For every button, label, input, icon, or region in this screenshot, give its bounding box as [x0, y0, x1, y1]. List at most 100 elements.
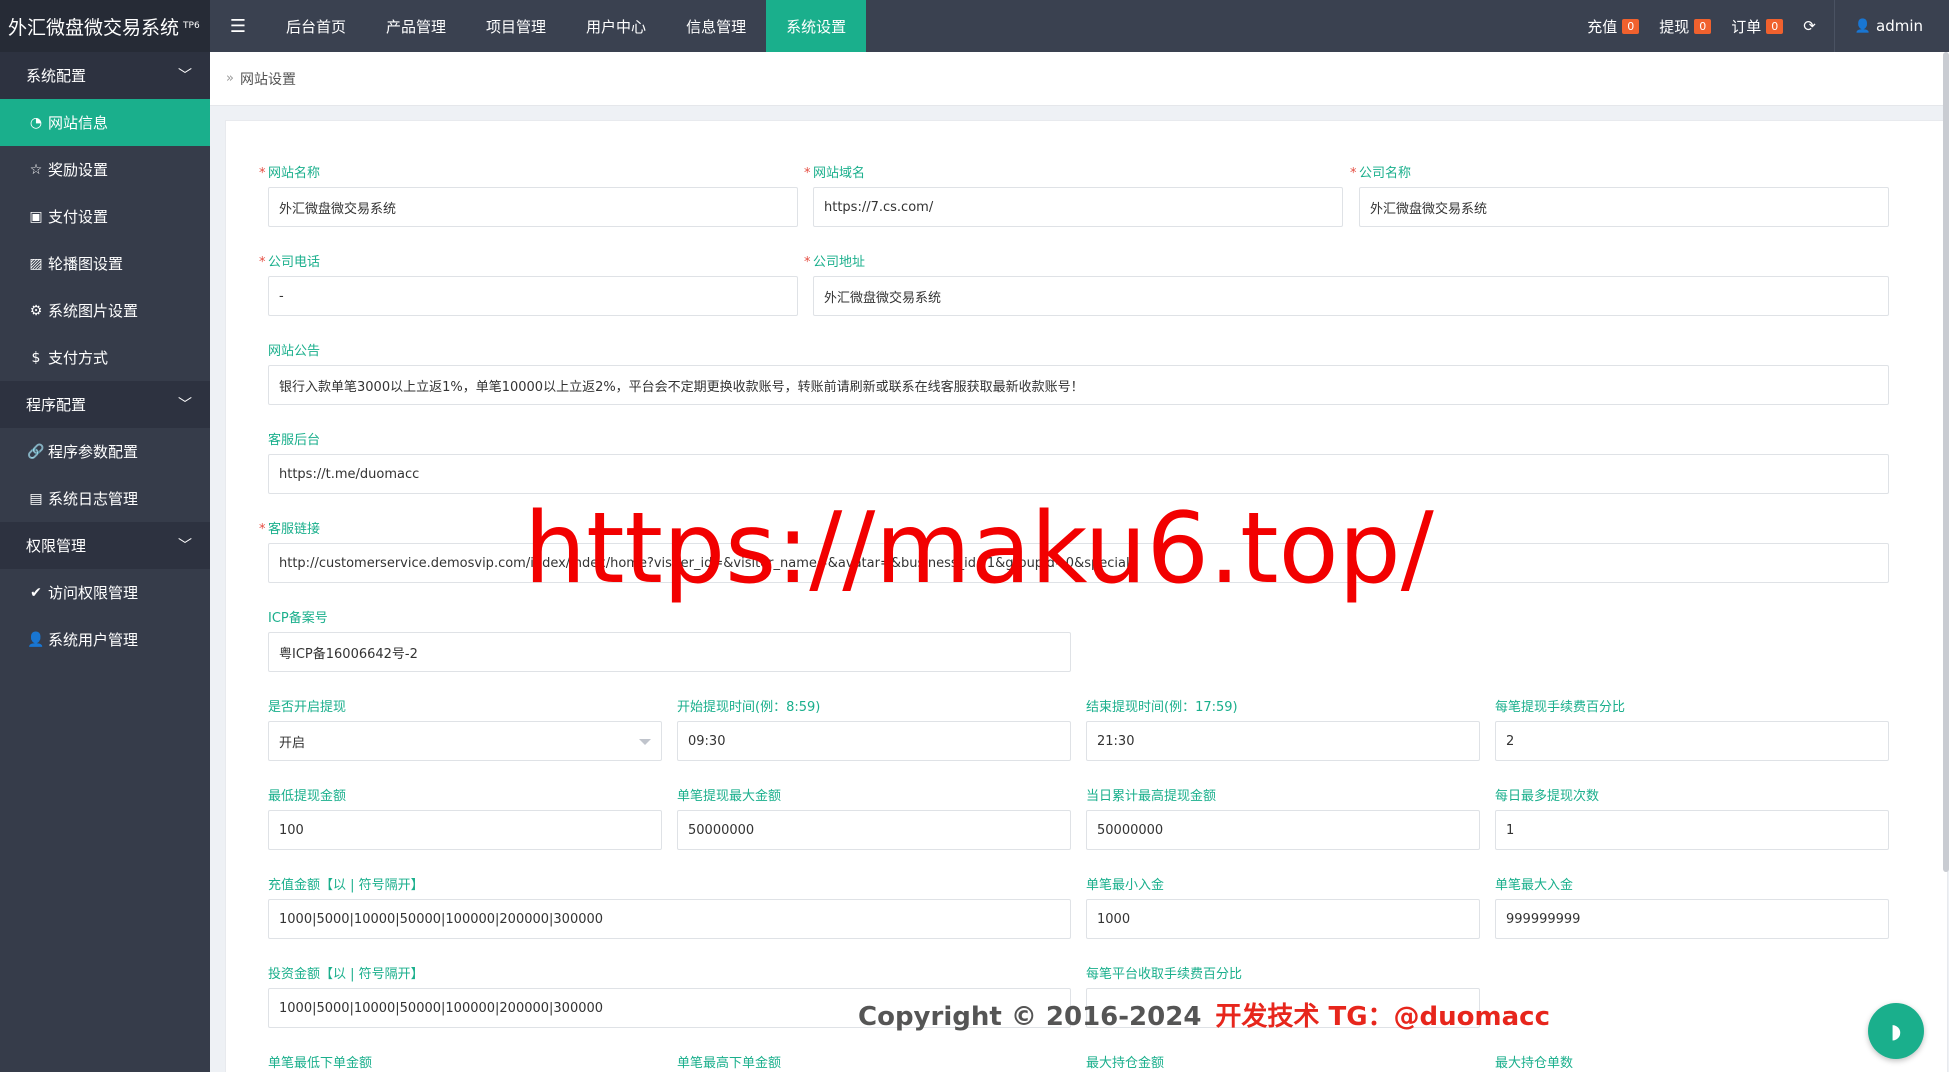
image-icon: ▨	[29, 255, 43, 272]
company-address-input[interactable]: 外汇微盘微交易系统	[813, 276, 1889, 316]
field-max-order: 单笔最高下单金额	[677, 1055, 1071, 1072]
nav-item-dashboard[interactable]: 后台首页	[266, 0, 366, 52]
field-label: 每笔提现手续费百分比	[1495, 700, 1626, 715]
field-max-position-amount: 最大持仓金额	[1086, 1055, 1480, 1072]
field-label: 是否开启提现	[268, 700, 347, 715]
sidebar-item-carousel[interactable]: ▨ 轮播图设置	[0, 240, 210, 287]
recharge-link[interactable]: 充值 0	[1577, 0, 1649, 52]
sidebar-item-site-info[interactable]: ◔ 网站信息	[0, 99, 210, 146]
field-site-domain: * 网站域名 https://7.cs.com/	[804, 165, 1343, 227]
field-label: * 公司名称	[1350, 166, 1412, 181]
hamburger-icon[interactable]: ☰	[210, 0, 266, 52]
field-label: 单笔提现最大金额	[677, 789, 782, 804]
company-phone-input[interactable]: -	[268, 276, 798, 316]
recharge-amounts-input[interactable]: 1000|5000|10000|50000|100000|200000|3000…	[268, 899, 1071, 939]
version-tag: TP6	[183, 21, 200, 31]
notice-input[interactable]: 银行入款单笔3000以上立返1%，单笔10000以上立返2%，平台会不定期更换收…	[268, 365, 1889, 405]
max-withdraw-daily-input[interactable]: 50000000	[1086, 810, 1480, 850]
refresh-icon[interactable]: ⟳	[1793, 0, 1826, 52]
nav-item-projects[interactable]: 项目管理	[466, 0, 566, 52]
top-nav: 后台首页 产品管理 项目管理 用户中心 信息管理 系统设置	[266, 0, 867, 52]
nav-item-settings[interactable]: 系统设置	[766, 0, 867, 52]
field-label: * 公司地址	[804, 255, 866, 270]
caret-down-icon	[639, 739, 651, 745]
sidebar-group-system-config[interactable]: 系统配置 ﹀	[0, 52, 210, 99]
user-name: admin	[1876, 17, 1923, 35]
field-withdraw-fee: 每笔提现手续费百分比 2	[1495, 699, 1889, 761]
field-withdraw-enabled: 是否开启提现 开启	[268, 699, 662, 761]
sidebar-item-payment-settings[interactable]: ▣ 支付设置	[0, 193, 210, 240]
sidebar-item-system-users[interactable]: 👤 系统用户管理	[0, 616, 210, 663]
sidebar-group-label: 权限管理	[26, 537, 87, 555]
sidebar-item-rewards[interactable]: ☆ 奖励设置	[0, 146, 210, 193]
sidebar-item-label: 系统图片设置	[48, 302, 139, 320]
withdraw-fee-input[interactable]: 2	[1495, 721, 1889, 761]
sidebar-item-access-permissions[interactable]: ✔ 访问权限管理	[0, 569, 210, 616]
company-name-input[interactable]: 外汇微盘微交易系统	[1359, 187, 1889, 227]
site-name-input[interactable]: 外汇微盘微交易系统	[268, 187, 798, 227]
field-min-order: 单笔最低下单金额	[268, 1055, 662, 1072]
nav-item-products[interactable]: 产品管理	[366, 0, 466, 52]
withdraw-start-input[interactable]: 09:30	[677, 721, 1071, 761]
cs-backend-input[interactable]: https://t.me/duomacc	[268, 454, 1889, 494]
copyright-text: Copyright © 2016-2024	[858, 1002, 1202, 1032]
link-icon: 🔗	[27, 443, 45, 460]
user-icon: 👤	[1854, 18, 1871, 34]
field-label: 开始提现时间(例：8:59)	[677, 700, 821, 715]
field-label: 单笔最低下单金额	[268, 1056, 373, 1071]
page-scrollbar[interactable]	[1943, 52, 1949, 872]
field-label: 当日累计最高提现金额	[1086, 789, 1217, 804]
breadcrumb: » 网站设置	[210, 52, 1949, 106]
field-withdraw-end: 结束提现时间(例：17:59) 21:30	[1086, 699, 1480, 761]
sidebar-item-system-images[interactable]: ⚙ 系统图片设置	[0, 287, 210, 334]
sidebar-item-label: 网站信息	[48, 114, 109, 132]
max-deposit-input[interactable]: 999999999	[1495, 899, 1889, 939]
min-deposit-input[interactable]: 1000	[1086, 899, 1480, 939]
field-label: 单笔最高下单金额	[677, 1056, 782, 1071]
field-max-deposit: 单笔最大入金 999999999	[1495, 877, 1889, 939]
nav-item-info[interactable]: 信息管理	[666, 0, 766, 52]
field-max-withdraw-daily: 当日累计最高提现金额 50000000	[1086, 788, 1480, 850]
sidebar-group-label: 程序配置	[26, 396, 87, 414]
withdraw-end-input[interactable]: 21:30	[1086, 721, 1480, 761]
withdraw-badge: 0	[1694, 18, 1712, 34]
field-label: 网站公告	[268, 344, 321, 359]
required-mark: *	[259, 522, 266, 537]
dashboard-icon: ◔	[29, 114, 43, 131]
top-right-tools: 充值 0 提现 0 订单 0 ⟳ 👤 admin	[1577, 0, 1949, 52]
chevron-down-icon: ﹀	[178, 538, 192, 554]
min-withdraw-input[interactable]: 100	[268, 810, 662, 850]
sidebar-item-payment-methods[interactable]: $ 支付方式	[0, 334, 210, 381]
required-mark: *	[804, 166, 811, 181]
sidebar-item-system-logs[interactable]: ▤ 系统日志管理	[0, 475, 210, 522]
field-label: 结束提现时间(例：17:59)	[1086, 700, 1238, 715]
withdraw-enabled-select[interactable]: 开启	[268, 721, 662, 761]
sidebar-item-program-params[interactable]: 🔗 程序参数配置	[0, 428, 210, 475]
field-company-address: * 公司地址 外汇微盘微交易系统	[804, 254, 1889, 316]
gear-icon: ⚙	[29, 302, 43, 319]
sidebar-item-label: 支付方式	[48, 349, 109, 367]
sidebar-group-program-config[interactable]: 程序配置 ﹀	[0, 381, 210, 428]
max-withdraw-times-input[interactable]: 1	[1495, 810, 1889, 850]
select-value: 开启	[279, 735, 306, 751]
field-label: 每日最多提现次数	[1495, 789, 1600, 804]
user-menu[interactable]: 👤 admin	[1843, 0, 1949, 52]
site-domain-input[interactable]: https://7.cs.com/	[813, 187, 1343, 227]
orders-badge: 0	[1766, 18, 1784, 34]
max-withdraw-single-input[interactable]: 50000000	[677, 810, 1071, 850]
divider	[1833, 0, 1835, 52]
top-bar: 外汇微盘微交易系统 TP6 ☰ 后台首页 产品管理 项目管理 用户中心 信息管理 …	[0, 0, 1949, 52]
app-title[interactable]: 外汇微盘微交易系统 TP6	[0, 0, 210, 52]
recharge-label: 充值	[1587, 17, 1618, 36]
sidebar-item-label: 支付设置	[48, 208, 109, 226]
icp-input[interactable]: 粤ICP备16006642号-2	[268, 632, 1071, 672]
field-site-name: * 网站名称 外汇微盘微交易系统	[259, 165, 798, 227]
orders-link[interactable]: 订单 0	[1721, 0, 1793, 52]
withdraw-link[interactable]: 提现 0	[1649, 0, 1721, 52]
nav-item-users[interactable]: 用户中心	[566, 0, 666, 52]
sidebar-group-permissions[interactable]: 权限管理 ﹀	[0, 522, 210, 569]
field-label: 单笔最小入金	[1086, 878, 1165, 893]
breadcrumb-current: 网站设置	[239, 71, 296, 88]
sidebar: 系统配置 ﹀ ◔ 网站信息 ☆ 奖励设置 ▣ 支付设置 ▨ 轮播图设置 ⚙ 系统…	[0, 52, 210, 1072]
chat-icon[interactable]: ◗	[1868, 1003, 1924, 1059]
